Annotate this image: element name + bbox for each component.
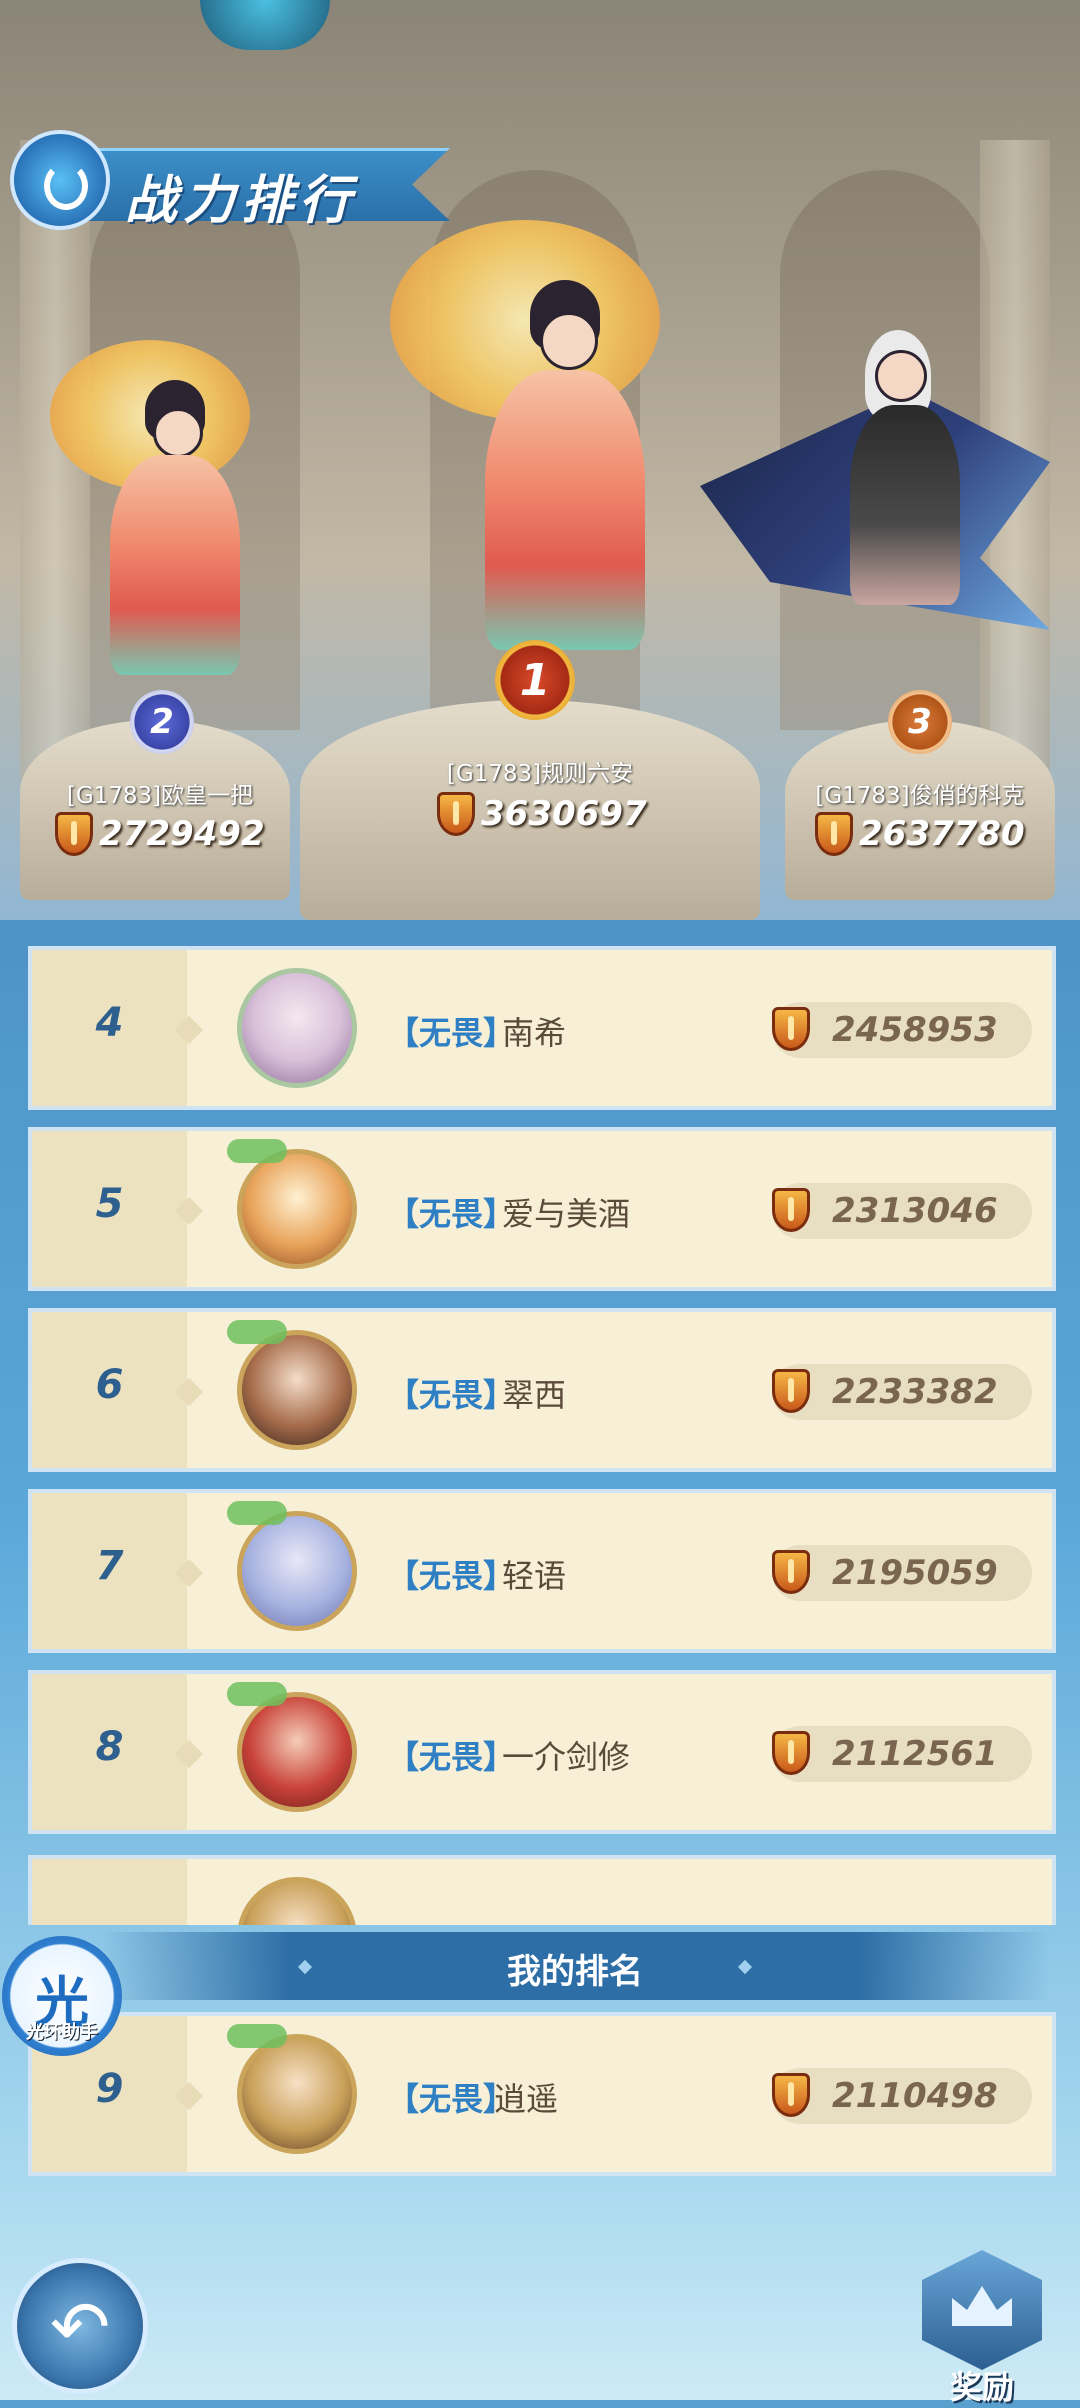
podium-power-1: 3630697 <box>437 792 647 836</box>
ranking-row[interactable]: 5 【无畏】 爱与美酒 2313046 <box>28 1127 1056 1291</box>
guild-tag: 【无畏】 <box>387 1738 516 1776</box>
avatar[interactable] <box>237 2034 357 2154</box>
player-name: 逍遥 <box>494 2080 559 2118</box>
hero-badge-icon <box>227 1320 287 1344</box>
rank-number: 5 <box>95 1181 124 1227</box>
helper-assistant-button[interactable]: 光 光环助手 <box>2 1936 122 2056</box>
my-rank-header: 我的排名 <box>100 1932 1050 2000</box>
player-name: 轻语 <box>502 1557 567 1595</box>
podium-name-3: [G1783]俊俏的科克 <box>815 783 1025 809</box>
rank-1-medal-icon: 1 <box>495 640 575 720</box>
back-arrow-icon: ↶ <box>49 2285 111 2369</box>
rank-3-medal-icon: 3 <box>888 690 952 754</box>
rank-number: 8 <box>95 1724 124 1770</box>
avatar <box>237 1877 357 1925</box>
my-ranking-row[interactable]: 9 【无畏】 逍遥 2110498 <box>28 2012 1056 2176</box>
avatar[interactable] <box>237 968 357 1088</box>
rank-number: 7 <box>95 1543 124 1589</box>
power-shield-icon <box>772 1550 810 1594</box>
ranking-title-banner: 战力排行 <box>10 130 450 231</box>
power-shield-icon <box>772 1007 810 1051</box>
power-value: 2458953 <box>772 1002 1032 1058</box>
hero-badge-icon <box>227 1501 287 1525</box>
power-shield-icon <box>772 2073 810 2117</box>
my-rank-label: 我的排名 <box>507 1952 643 1992</box>
ranking-row[interactable]: 4 【无畏】 南希 2458953 <box>28 946 1056 1110</box>
hero-badge-icon <box>227 1682 287 1706</box>
player-name: 南希 <box>502 1014 567 1052</box>
podium-name-1: [G1783]规则六安 <box>446 761 634 787</box>
guild-tag: 【无畏】 <box>387 1014 516 1052</box>
ranking-row[interactable]: 6 【无畏】 翠西 2233382 <box>28 1308 1056 1472</box>
guild-tag: 【无畏】 <box>387 1557 516 1595</box>
back-button[interactable]: ↶ <box>12 2258 148 2394</box>
player-name: 一介剑修 <box>502 1738 631 1776</box>
guild-tag: 【无畏】 <box>387 1376 516 1414</box>
power-shield-icon <box>772 1731 810 1775</box>
power-value: 2112561 <box>772 1726 1032 1782</box>
ranking-row-partial[interactable] <box>28 1855 1056 1925</box>
podium-power-2: 2729492 <box>55 812 265 856</box>
reward-button[interactable]: 奖励 <box>912 2250 1052 2406</box>
avatar[interactable] <box>237 1692 357 1812</box>
avatar[interactable] <box>237 1511 357 1631</box>
podium-character-3[interactable] <box>700 310 1060 690</box>
hero-badge-icon <box>227 2024 287 2048</box>
avatar[interactable] <box>237 1330 357 1450</box>
player-name: 翠西 <box>502 1376 567 1414</box>
helper-label: 光环助手 <box>26 2022 98 2043</box>
rank-2-medal-icon: 2 <box>130 690 194 754</box>
ranking-row[interactable]: 8 【无畏】 一介剑修 2112561 <box>28 1670 1056 1834</box>
podium-character-1[interactable] <box>390 220 720 660</box>
hero-badge-icon <box>227 1139 287 1163</box>
power-value: 2313046 <box>772 1183 1032 1239</box>
rank-number: 4 <box>95 1000 124 1046</box>
power-value: 2195059 <box>772 1545 1032 1601</box>
reward-label: 奖励 <box>949 2368 1014 2406</box>
avatar[interactable] <box>237 1149 357 1269</box>
podium-character-2[interactable] <box>40 330 300 710</box>
power-value: 2233382 <box>772 1364 1032 1420</box>
power-shield-icon <box>437 792 475 836</box>
power-shield-icon <box>815 812 853 856</box>
power-shield-icon <box>772 1369 810 1413</box>
podium-name-2: [G1783]欧皇一把 <box>66 783 254 809</box>
page-title: 战力排行 <box>125 171 358 231</box>
podium-power-3: 2637780 <box>815 812 1025 856</box>
ranking-row[interactable]: 7 【无畏】 轻语 2195059 <box>28 1489 1056 1653</box>
rank-number: 9 <box>95 2066 124 2112</box>
ranking-emblem-icon <box>10 130 110 230</box>
rank-number: 6 <box>95 1362 124 1408</box>
guild-tag: 【无畏】 <box>387 1195 516 1233</box>
power-value: 2110498 <box>772 2068 1032 2124</box>
player-name: 爱与美酒 <box>502 1195 631 1233</box>
power-shield-icon <box>772 1188 810 1232</box>
power-shield-icon <box>55 812 93 856</box>
